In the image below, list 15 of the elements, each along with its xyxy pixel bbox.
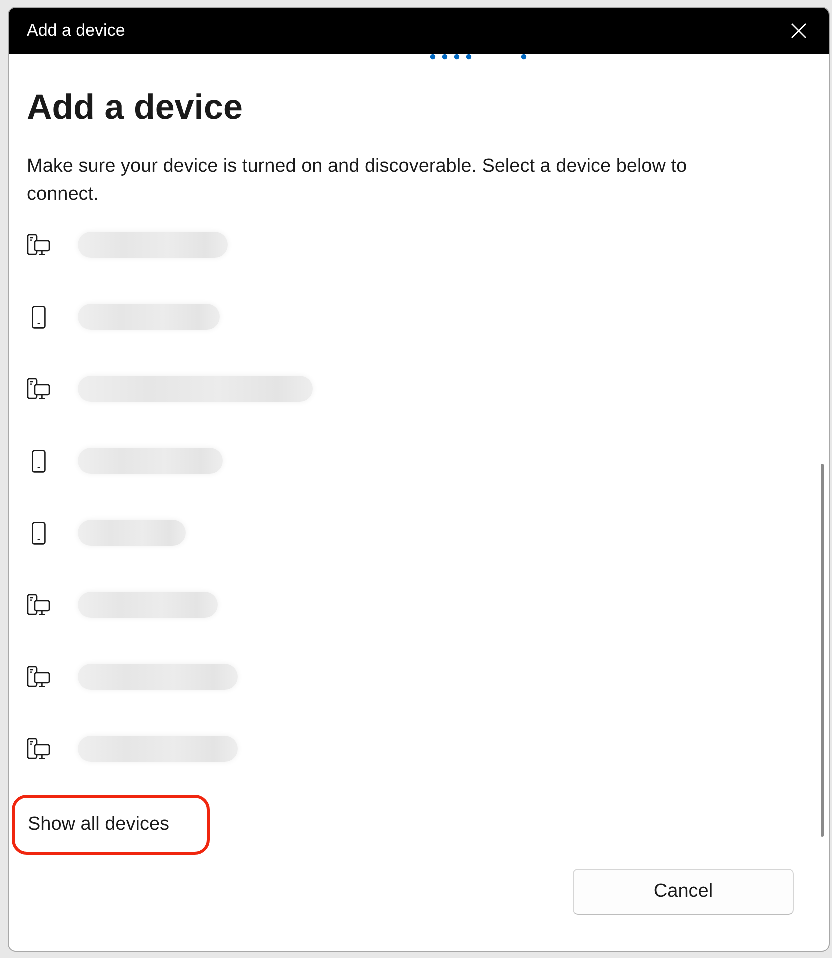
- blurred-device-name[interactable]: [78, 520, 186, 546]
- blurred-device-name[interactable]: [78, 304, 220, 330]
- blurred-device-name[interactable]: [78, 376, 313, 402]
- window-title: Add a device: [27, 21, 126, 41]
- cancel-button[interactable]: Cancel: [573, 869, 794, 915]
- close-icon: [791, 23, 807, 39]
- instruction-text: Make sure your device is turned on and discoverable. Select a device below to connect.: [27, 155, 688, 207]
- blurred-device-name[interactable]: [78, 592, 218, 618]
- show-all-devices-link[interactable]: Show all devices: [28, 810, 170, 840]
- blurred-device-name[interactable]: [78, 736, 238, 762]
- blurred-device-name[interactable]: [78, 232, 228, 258]
- blurred-device-name[interactable]: [78, 664, 238, 690]
- dialog-heading: Add a device: [27, 87, 243, 129]
- loading-dots-icon: [430, 54, 527, 60]
- blurred-device-name[interactable]: [78, 448, 223, 474]
